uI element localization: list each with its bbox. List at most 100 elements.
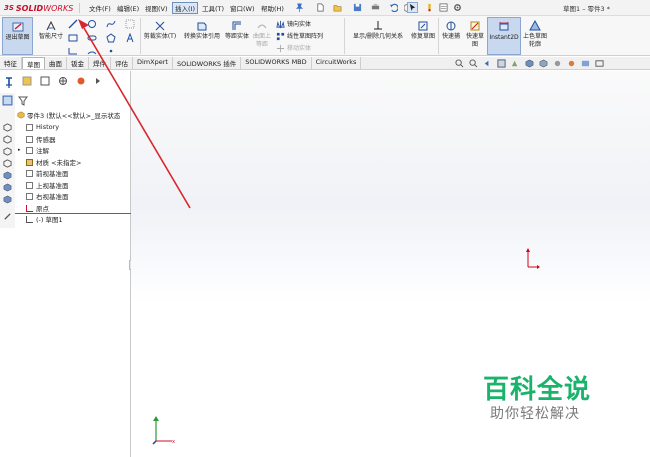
slot-icon[interactable] [87,33,97,43]
trim-entities-button[interactable]: 剪裁实体(T) [143,20,177,41]
spline-icon[interactable] [106,19,116,29]
polygon-icon[interactable] [106,33,116,43]
cube-icon[interactable] [3,147,12,156]
tree-root-part[interactable]: 零件3 (默认<<默认>_显示状态 [17,111,120,120]
tab-circuitworks[interactable]: CircuitWorks [312,57,362,69]
repair-sketch-label: 修复草图 [410,33,435,40]
smart-dimension-button[interactable]: 智能尺寸 [35,20,67,41]
shaded-contour-icon [529,20,541,31]
mirror-entities-button[interactable]: 镜向实体 [276,20,311,29]
circle-icon[interactable] [87,19,97,29]
zoom-area-icon[interactable] [469,59,478,68]
repair-sketch-button[interactable]: 修复草图 [410,20,436,41]
linear-pattern-label: 线性草图阵列 [287,32,324,40]
zoom-fit-icon[interactable] [455,59,464,68]
cube-icon[interactable] [3,159,12,168]
cube-icon[interactable] [3,123,12,132]
offset-entities-button[interactable]: 等距实体 [225,20,249,41]
point-icon[interactable] [106,47,116,55]
solidworks-logo[interactable]: 3S SOLID WORKS [4,2,73,14]
text-icon[interactable] [125,19,135,29]
rapid-sketch-icon [470,21,480,31]
tab-evaluate[interactable]: 评估 [111,57,133,69]
dynamic-annotation-icon[interactable] [511,59,520,68]
cube-blue-icon[interactable] [3,171,12,180]
filter-icon[interactable] [18,96,28,106]
shaded-sketch-contours-button[interactable]: 上色草图轮廓 [523,20,547,49]
text-a-icon[interactable] [125,33,135,43]
rollback-bar[interactable] [15,213,131,214]
move-entities-button[interactable]: 移动实体 [276,44,311,53]
tree-item-top-plane[interactable]: 上视基准面 [26,181,69,190]
configuration-tab-icon[interactable] [40,76,50,86]
quick-snaps-button[interactable]: 快速捕 [440,20,462,41]
section-view-icon[interactable] [497,59,506,68]
property-manager-tab-icon[interactable] [22,76,32,86]
panel-expand-icon[interactable] [94,76,102,86]
convert-entities-button[interactable]: 转换实体引用 [181,20,223,41]
options-gear-icon[interactable] [453,3,462,12]
tree-item-material[interactable]: 材质 <未指定> [26,158,81,167]
menu-help[interactable]: 帮助(H) [261,3,284,13]
new-file-icon[interactable] [316,3,325,12]
open-file-icon[interactable] [333,3,342,12]
cube-blue-icon[interactable] [3,195,12,204]
tree-item-sketch1[interactable]: (-) 草图1 [26,215,63,224]
line-icon[interactable] [68,19,78,29]
tree-item-sensors[interactable]: 传感器 [26,135,56,144]
sketch-origin-icon[interactable] [520,247,540,269]
plane-icon [26,169,33,177]
menu-insert[interactable]: 插入(I) [172,2,198,14]
edit-appearance-icon[interactable] [567,59,576,68]
display-style-icon[interactable] [539,59,548,68]
tab-surfaces[interactable]: 曲面 [45,57,67,69]
print-icon[interactable] [371,3,380,12]
dimxpert-tab-icon[interactable] [58,76,68,86]
scene-icon[interactable] [581,59,590,68]
instant2d-button[interactable]: Instant2D [487,17,521,55]
display-relations-button[interactable]: 显示/删除几何关系 [348,20,408,41]
rectangle-icon[interactable] [68,33,78,43]
tab-sheet-metal[interactable]: 钣金 [67,57,89,69]
tab-weldments[interactable]: 焊件 [89,57,111,69]
tools-icon[interactable] [3,212,12,221]
rapid-sketch-button[interactable]: 快速草图 [464,20,486,49]
tab-features[interactable]: 特征 [0,57,22,69]
pin-panel-icon[interactable] [4,79,14,89]
menu-edit[interactable]: 编辑(E) [117,3,139,13]
tree-item-label: 前视基准面 [36,170,69,178]
view-settings-icon[interactable] [595,59,604,68]
cube-blue-icon[interactable] [3,183,12,192]
previous-view-icon[interactable] [483,59,492,68]
menu-window[interactable]: 窗口(W) [230,3,255,13]
menu-file[interactable]: 文件(F) [89,3,111,13]
tree-item-right-plane[interactable]: 右视基准面 [26,192,69,201]
cube-icon[interactable] [3,135,12,144]
hide-show-icon[interactable] [553,59,562,68]
undo-icon[interactable] [389,3,398,12]
display-manager-tab-icon[interactable] [76,76,86,86]
select-button[interactable] [407,2,418,13]
tree-item-front-plane[interactable]: 前视基准面 [26,169,69,178]
tree-item-annotations[interactable]: ▸ 注解 [18,146,49,155]
tab-addins[interactable]: SOLIDWORKS 插件 [173,57,242,69]
arc-icon[interactable] [87,47,97,55]
tab-mbd[interactable]: SOLIDWORKS MBD [241,57,312,69]
save-icon[interactable] [353,3,362,12]
rebuild-icon[interactable] [425,3,434,12]
menu-tools[interactable]: 工具(T) [202,3,224,13]
tree-item-history[interactable]: History [26,123,59,131]
tab-dimxpert[interactable]: DimXpert [133,57,173,69]
menu-view[interactable]: 视图(V) [145,3,168,13]
file-properties-icon[interactable] [439,3,448,12]
part-view-icon[interactable] [2,95,13,106]
offset-on-surface-button[interactable]: 曲面上等距 [251,20,273,49]
exit-sketch-button[interactable]: 退出草图 [2,17,33,55]
pin-icon[interactable] [295,3,304,12]
linear-pattern-button[interactable]: 线性草图阵列 [276,32,323,41]
tree-item-label: 原点 [36,205,49,213]
view-orientation-icon[interactable] [525,59,534,68]
tree-item-origin[interactable]: 原点 [26,204,49,213]
tab-sketch[interactable]: 草图 [22,57,45,69]
fillet-icon[interactable] [68,47,78,55]
